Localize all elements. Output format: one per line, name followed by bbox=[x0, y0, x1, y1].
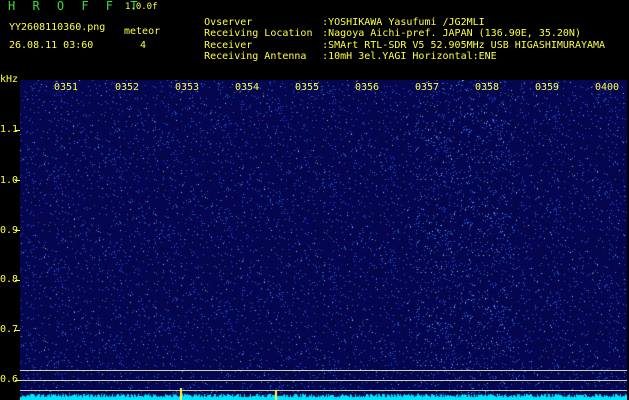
info-key: Receiving Antenna bbox=[204, 51, 307, 62]
x-tick-label: 0355 bbox=[295, 82, 320, 93]
app-version: 1.0.0f bbox=[125, 2, 158, 12]
info-value: :10mH 3el.YAGI Horizontal:ENE bbox=[322, 51, 497, 62]
info-row-antenna: Receiving Antenna :10mH 3el.YAGI Horizont… bbox=[180, 40, 497, 73]
app-title: H R O F F T bbox=[8, 0, 143, 13]
y-tick bbox=[15, 130, 20, 131]
spectrogram-canvas bbox=[20, 80, 627, 400]
timestamp: 26.08.11 03:60 bbox=[9, 40, 94, 51]
signal-level-trace bbox=[20, 388, 627, 400]
y-tick bbox=[15, 330, 20, 331]
meteor-count: 4 bbox=[140, 40, 147, 51]
reference-line bbox=[20, 370, 627, 371]
x-tick-label: 0359 bbox=[535, 82, 560, 93]
x-tick-label: 0354 bbox=[235, 82, 260, 93]
meteor-label: meteor bbox=[124, 26, 161, 37]
y-tick bbox=[15, 230, 20, 231]
file-name: YY2608110360.png bbox=[9, 22, 106, 33]
x-tick-label: 0357 bbox=[415, 82, 440, 93]
y-axis-unit: kHz bbox=[0, 74, 19, 85]
x-tick-label: 0400 bbox=[595, 82, 620, 93]
x-tick-label: 0358 bbox=[475, 82, 500, 93]
spectrogram bbox=[20, 80, 627, 400]
x-tick-label: 0351 bbox=[54, 82, 79, 93]
x-tick-label: 0352 bbox=[115, 82, 140, 93]
x-tick-label: 0353 bbox=[175, 82, 200, 93]
x-tick-label: 0356 bbox=[355, 82, 380, 93]
hroft-window: H R O F F T 1.0.0f YY2608110360.png mete… bbox=[0, 0, 629, 400]
y-tick bbox=[15, 180, 20, 181]
reference-line bbox=[20, 380, 627, 381]
y-tick bbox=[15, 280, 20, 281]
